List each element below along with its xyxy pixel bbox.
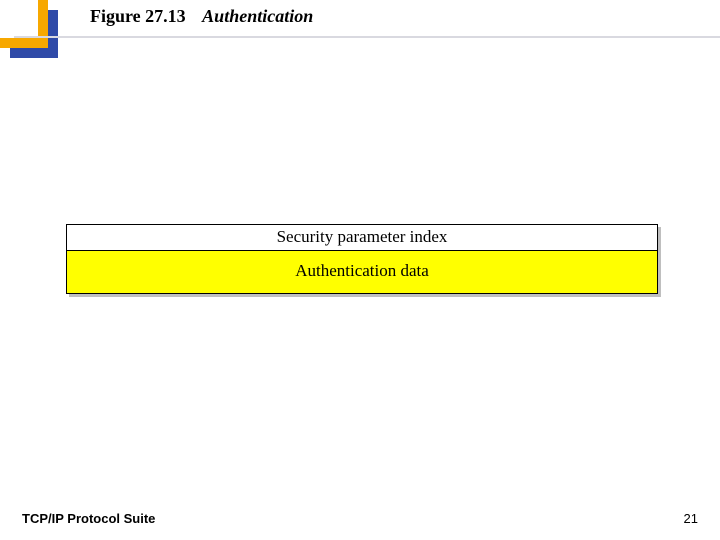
figure-label: Figure 27.13 <box>90 6 186 26</box>
field-security-parameter-index: Security parameter index <box>67 225 657 251</box>
logo-orange-horizontal <box>0 38 48 48</box>
page-number: 21 <box>684 511 698 526</box>
slide-logo <box>0 0 84 80</box>
packet-format-box: Security parameter index Authentication … <box>66 224 658 294</box>
logo-orange-vertical <box>38 0 48 38</box>
title-divider <box>14 36 720 38</box>
figure-caption: Figure 27.13 Authentication <box>90 6 313 27</box>
field-authentication-data: Authentication data <box>67 251 657 293</box>
footer-title: TCP/IP Protocol Suite <box>22 511 155 526</box>
figure-title: Authentication <box>202 6 313 26</box>
logo-blue-horizontal <box>10 48 58 58</box>
